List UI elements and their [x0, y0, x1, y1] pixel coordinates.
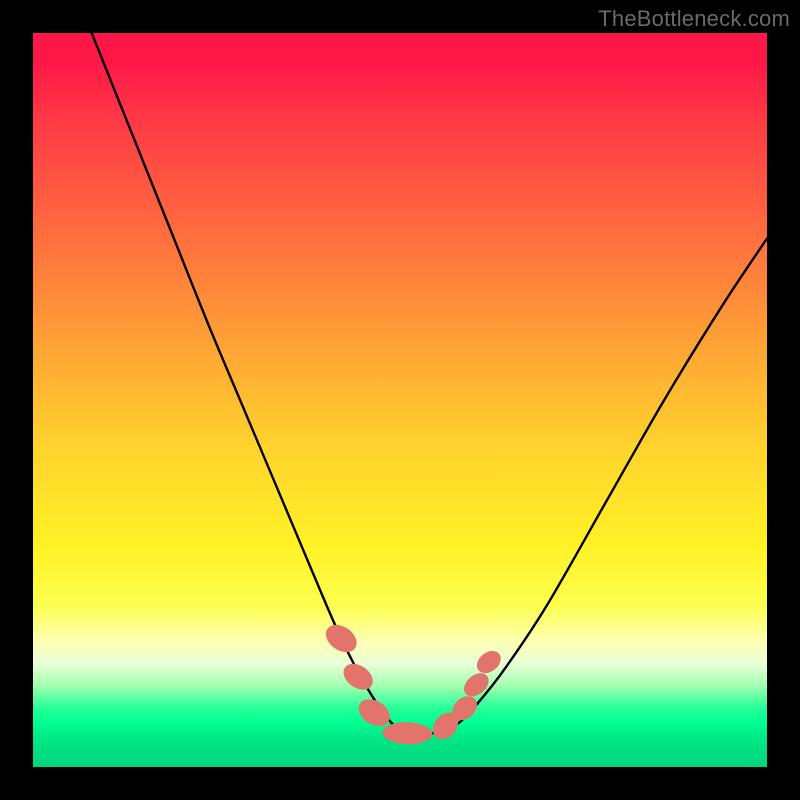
marker-layer	[321, 619, 505, 745]
watermark-text: TheBottleneck.com	[598, 6, 790, 32]
chart-svg	[33, 33, 767, 767]
pill-b	[339, 658, 378, 695]
pill-d	[382, 721, 433, 745]
pill-g	[460, 669, 494, 702]
bottleneck-curve	[92, 33, 767, 734]
chart-frame: TheBottleneck.com	[0, 0, 800, 800]
chart-plot-area	[33, 33, 767, 767]
pill-h	[473, 646, 506, 677]
pill-a	[321, 619, 362, 658]
curve-layer	[92, 33, 767, 734]
